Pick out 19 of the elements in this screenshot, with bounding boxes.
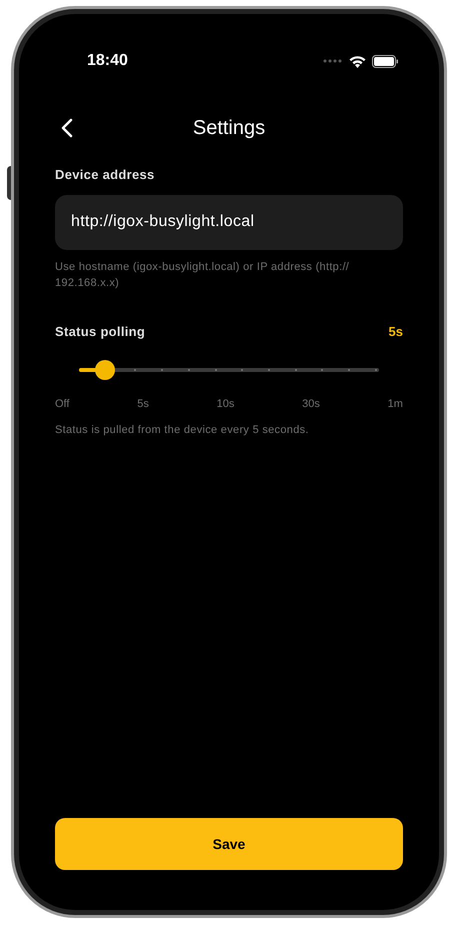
tick-label: 5s bbox=[137, 397, 149, 412]
address-field[interactable]: http://igox-busylight.local bbox=[55, 194, 403, 250]
back-chevron-icon bbox=[61, 118, 73, 138]
wifi-icon bbox=[349, 54, 366, 68]
tick-label: 1m bbox=[388, 397, 403, 412]
field-label: Device address bbox=[55, 166, 156, 184]
slider-thumb[interactable] bbox=[94, 360, 114, 380]
save-button[interactable]: Save bbox=[55, 818, 403, 870]
polling-value: 5s bbox=[388, 322, 403, 340]
tick-label: 30s bbox=[302, 397, 320, 412]
page-title: Settings bbox=[192, 116, 266, 141]
tick-label: Off bbox=[55, 397, 70, 412]
hint-text: Use hostname (igox-busylight.local) or IP address (http:// 192.168.x.x) bbox=[55, 260, 350, 290]
battery-icon bbox=[372, 54, 399, 68]
polling-label: Status polling bbox=[55, 322, 146, 341]
signal-dots-icon bbox=[323, 59, 343, 63]
status-time: 18:40 bbox=[87, 51, 128, 71]
polling-description: Status is pulled from the device every 5 seconds. bbox=[55, 422, 310, 438]
tick-label: 10s bbox=[216, 397, 234, 412]
